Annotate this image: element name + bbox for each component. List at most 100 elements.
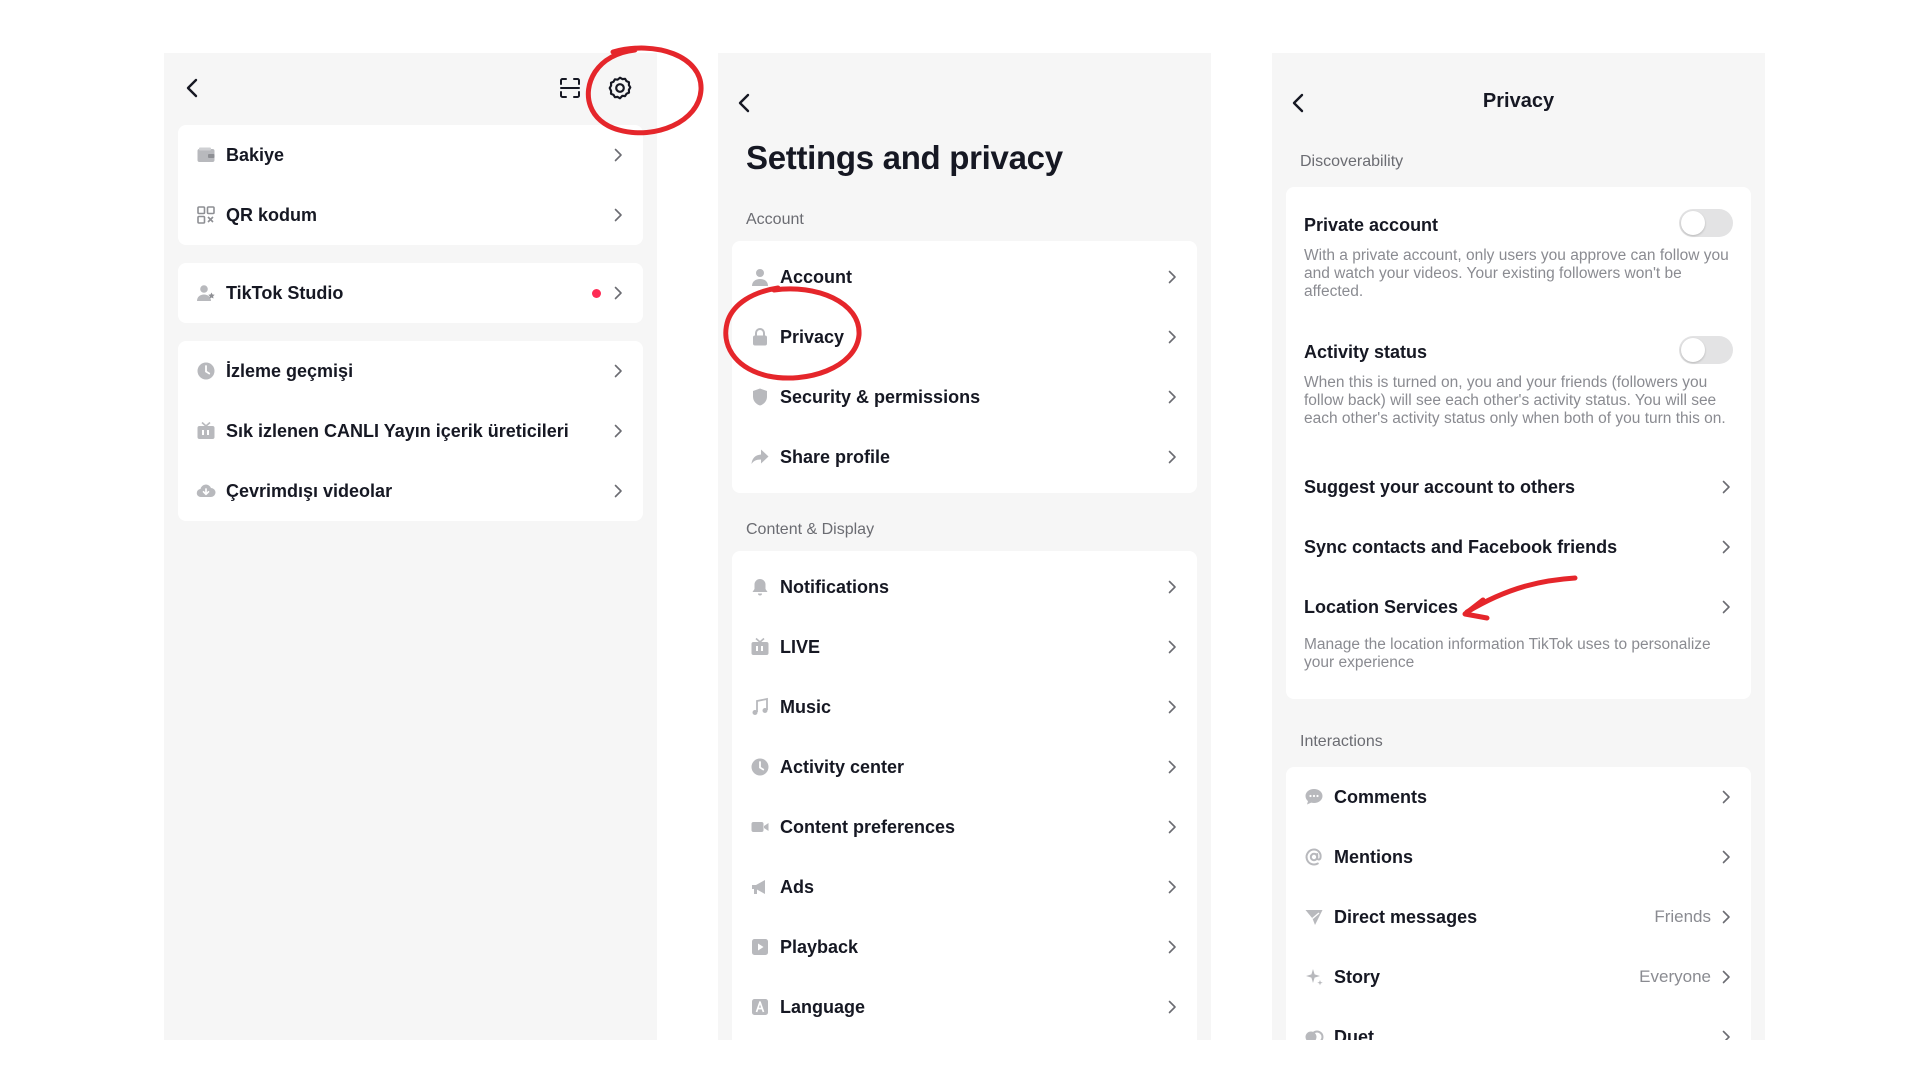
chevron-right-icon [1165,450,1179,464]
menu-item-izleme-gecmisi[interactable]: İzleme geçmişi [178,341,643,401]
play-icon [750,937,770,957]
section-header-discoverability: Discoverability [1300,153,1404,170]
share-icon [750,447,770,467]
lock-icon [750,327,770,347]
menu-item-label: Ads [780,876,815,897]
wallet-icon [196,145,216,165]
private-account-description: With a private account, only users you a… [1304,247,1729,300]
activity-status-toggle[interactable] [1679,336,1733,364]
studio-group: TikTok Studio [178,263,643,323]
settings-item-playback[interactable]: Playback [732,917,1197,977]
menu-item-label: Location Services [1304,596,1459,617]
settings-and-privacy-panel: Settings and privacy Account Account Pri… [718,53,1211,1040]
menu-item-label: Sync contacts and Facebook friends [1304,536,1618,557]
chevron-right-icon [1719,480,1733,494]
menu-item-bakiye[interactable]: Bakiye [178,125,643,185]
settings-item-language[interactable]: Language [732,977,1197,1037]
settings-item-account[interactable]: Account [732,247,1197,307]
content-display-group: Notifications LIVE Music Activity center… [732,551,1197,1040]
menu-item-label: Sık izlenen CANLI Yayın içerik üreticile… [226,420,569,441]
qr-code-icon [196,205,216,225]
person-icon [750,267,770,287]
chevron-right-icon [1719,600,1733,614]
gear-icon[interactable] [607,75,633,101]
menu-item-label: Security & permissions [780,386,981,407]
private-account-toggle[interactable] [1679,209,1733,237]
menu-item-label: Playback [780,936,859,957]
chevron-right-icon [1165,940,1179,954]
settings-item-activity-center[interactable]: Activity center [732,737,1197,797]
settings-item-notifications[interactable]: Notifications [732,557,1197,617]
settings-item-share-profile[interactable]: Share profile [732,427,1197,487]
chevron-right-icon [1165,390,1179,404]
shield-icon [750,387,770,407]
account-group: Account Privacy Security & permissions S… [732,241,1197,493]
interaction-item-duet[interactable]: Duet [1286,1007,1751,1040]
chevron-right-icon [1165,270,1179,284]
chevron-right-icon [1165,640,1179,654]
settings-item-music[interactable]: Music [732,677,1197,737]
interaction-item-story[interactable]: Story Everyone [1286,947,1751,1007]
menu-item-label: Duet [1334,1026,1374,1041]
chevron-right-icon [1165,880,1179,894]
private-account-label: Private account [1304,215,1439,235]
privacy-item-location-services[interactable]: Location Services [1286,577,1751,637]
back-icon[interactable] [181,76,205,100]
menu-item-label: Story [1334,966,1381,987]
back-icon[interactable] [733,91,757,115]
menu-item-label: Direct messages [1334,906,1478,927]
menu-item-label: Çevrimdışı videolar [226,480,393,501]
menu-item-label: Suggest your account to others [1304,476,1576,497]
interaction-item-comments[interactable]: Comments [1286,767,1751,827]
person-star-icon [196,283,216,303]
video-camera-icon [750,817,770,837]
activity-status-label: Activity status [1304,342,1428,362]
profile-menu-panel: Bakiye QR kodum TikTok Studio İzleme geç… [164,53,657,1040]
megaphone-icon [750,877,770,897]
cloud-download-icon [196,481,216,501]
settings-item-privacy[interactable]: Privacy [732,307,1197,367]
section-header-interactions: Interactions [1300,733,1383,750]
current-setting-value: Everyone [1639,967,1711,986]
interaction-item-direct-messages[interactable]: Direct messages Friends [1286,887,1751,947]
menu-item-label: Privacy [780,326,845,347]
at-sign-icon [1304,847,1324,867]
section-header-content-display: Content & Display [746,521,875,538]
settings-item-content-preferences[interactable]: Content preferences [732,797,1197,857]
menu-item-label: Account [780,266,852,287]
chevron-right-icon [1165,580,1179,594]
privacy-item-sync-contacts[interactable]: Sync contacts and Facebook friends [1286,517,1751,577]
language-icon [750,997,770,1017]
page-title: Privacy [1482,90,1555,112]
settings-item-live[interactable]: LIVE [732,617,1197,677]
menu-item-label: Activity center [780,756,905,777]
bell-icon [750,577,770,597]
interaction-item-mentions[interactable]: Mentions [1286,827,1751,887]
menu-item-cevrimdisi-videolar[interactable]: Çevrimdışı videolar [178,461,643,521]
menu-item-label: Music [780,696,832,717]
comment-icon [1304,787,1324,807]
chevron-right-icon [1719,850,1733,864]
menu-item-label: Notifications [780,576,890,597]
scan-icon[interactable] [558,76,582,100]
menu-item-qr-kodum[interactable]: QR kodum [178,185,643,245]
chevron-right-icon [1165,330,1179,344]
settings-item-ads[interactable]: Ads [732,857,1197,917]
menu-item-label: Bakiye [226,144,285,165]
menu-item-label: Content preferences [780,816,956,837]
duet-icon [1304,1027,1324,1040]
current-setting-value: Friends [1654,907,1711,926]
sparkle-icon [1304,967,1324,987]
page-title: Settings and privacy [746,139,1063,176]
privacy-item-suggest-account[interactable]: Suggest your account to others [1286,457,1751,517]
settings-item-security[interactable]: Security & permissions [732,367,1197,427]
menu-item-tiktok-studio[interactable]: TikTok Studio [178,263,643,323]
chevron-right-icon [1165,1000,1179,1014]
menu-item-label: Share profile [780,446,891,467]
menu-item-label: TikTok Studio [226,282,344,303]
discoverability-group: Private account With a private account, … [1286,187,1751,699]
menu-item-canli-yayin[interactable]: Sık izlenen CANLI Yayın içerik üreticile… [178,401,643,461]
menu-item-label: QR kodum [226,204,318,225]
chevron-right-icon [1165,820,1179,834]
chevron-right-icon [1719,790,1733,804]
